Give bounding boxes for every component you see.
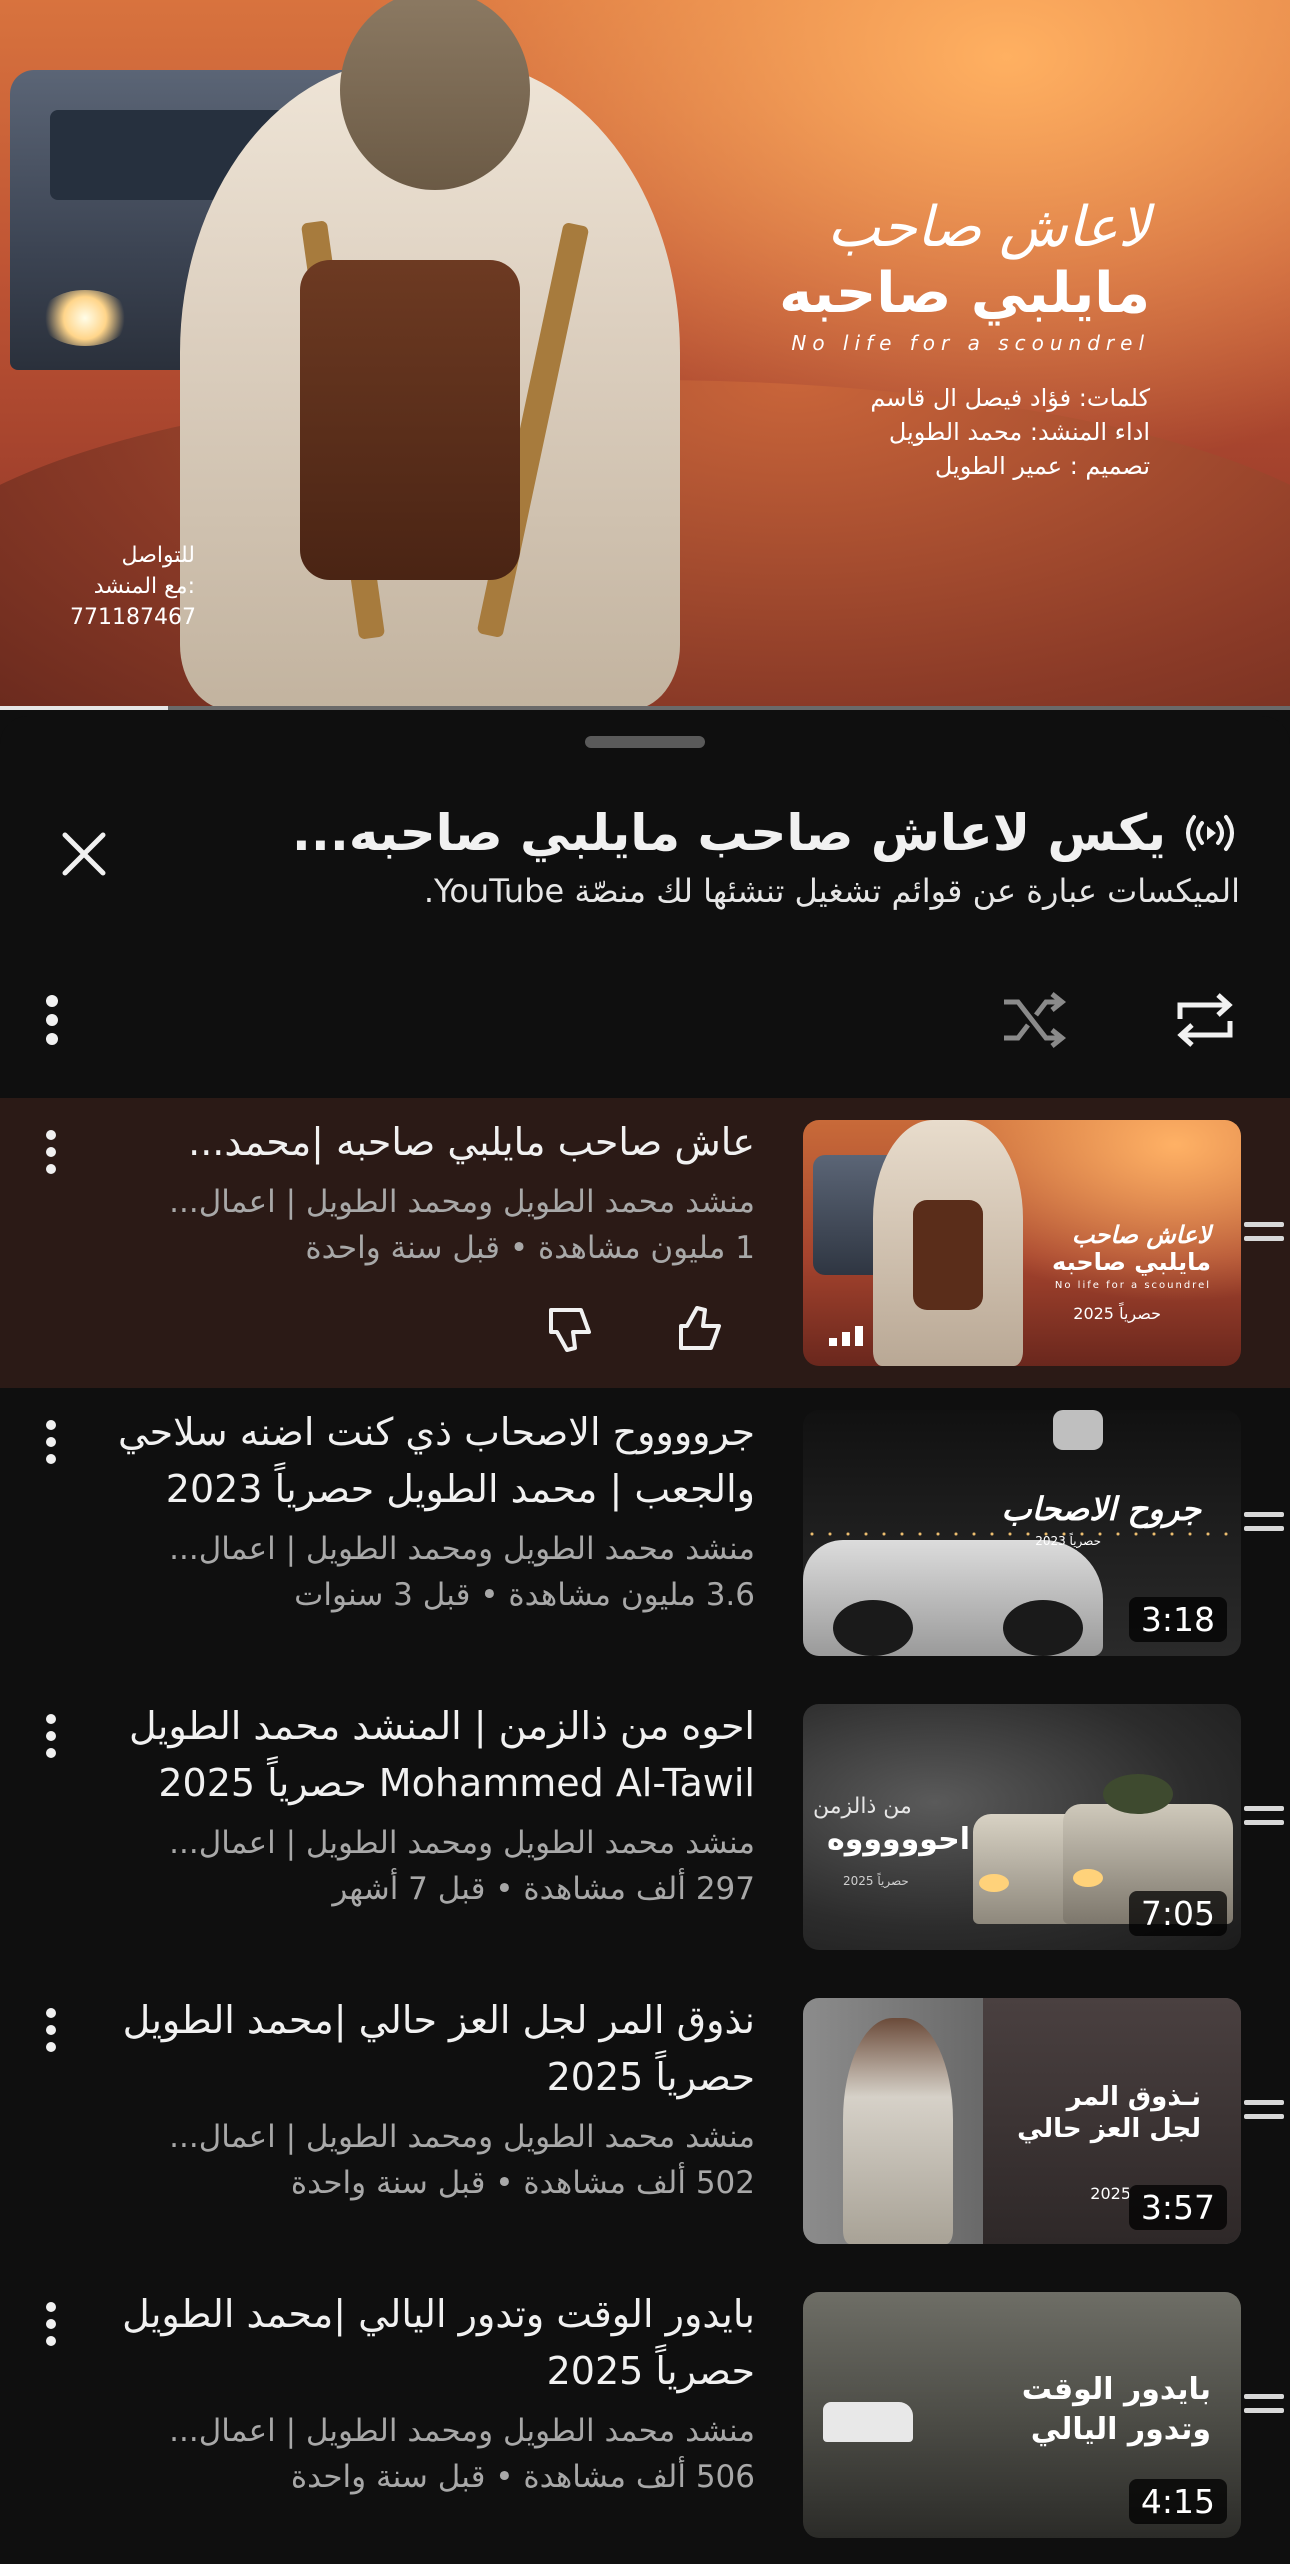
item-info: جرووووح الاصحاب ذي كنت اضنه سلاحي والجعب… xyxy=(65,1404,755,1618)
mix-more-button[interactable] xyxy=(22,980,82,1060)
mix-title-row: يكس لاعاش صاحب مايلبي صاحبه... xyxy=(292,800,1240,866)
item-meta: 502 ألف مشاهدة • قبل سنة واحدة xyxy=(290,2165,755,2201)
shuffle-icon xyxy=(1004,992,1067,1048)
thumb-text-2: مايلبي صاحبه xyxy=(1052,1248,1211,1276)
thumb-text-2: حصرياً 2023 xyxy=(1035,1534,1101,1548)
thumb-text-4: حصرياً 2025 xyxy=(1073,1304,1161,1323)
queue-item[interactable]: احوه من ذالزمن | المنشد محمد الطويل Moha… xyxy=(0,1682,1290,1976)
credit-design: تصميم : عمير الطويل xyxy=(934,452,1150,480)
item-meta: 3.6 مليون مشاهدة • قبل 3 سنوات xyxy=(294,1577,755,1613)
item-meta: 1 مليون مشاهدة • قبل سنة واحدة xyxy=(305,1230,755,1266)
item-thumbnail[interactable]: نـذوق المر لجل العز حالي 2025 3:57 xyxy=(803,1998,1241,2244)
item-channel: منشد محمد الطويل ومحمد الطويل | اعمال... xyxy=(169,1825,755,1861)
queue-item[interactable]: نذوق المر لجل العز حالي |محمد الطويل حصر… xyxy=(0,1976,1290,2270)
item-thumbnail[interactable]: من ذالزمن احوووووه حصرياً 2025 7:05 xyxy=(803,1704,1241,1950)
sheet-drag-handle[interactable] xyxy=(585,736,705,748)
item-duration: 7:05 xyxy=(1128,1891,1227,1936)
artwork-english-title: No life for a scoundrel xyxy=(791,331,1150,355)
thumb-text-3: 2025 xyxy=(1090,2184,1131,2203)
item-info: احوه من ذالزمن | المنشد محمد الطويل Moha… xyxy=(65,1698,755,1912)
queue-list: عاش صاحب مايلبي صاحبه |محمد... منشد محمد… xyxy=(0,1098,1290,2564)
like-icon[interactable] xyxy=(675,1304,725,1354)
reorder-handle[interactable] xyxy=(1244,1806,1284,1825)
item-channel: منشد محمد الطويل ومحمد الطويل | اعمال... xyxy=(169,2119,755,2155)
item-thumbnail[interactable]: جروح الاصحاب حصرياً 2023 3:18 xyxy=(803,1410,1241,1656)
item-title: احوه من ذالزمن | المنشد محمد الطويل Moha… xyxy=(129,1704,755,1805)
video-player[interactable]: لاعاش صاحب مايلبي صاحبه No life for a sc… xyxy=(0,0,1290,710)
contact-phone: 771187467 xyxy=(70,605,196,630)
item-channel: منشد محمد الطويل ومحمد الطويل | اعمال... xyxy=(169,1531,755,1567)
artwork-contact: للتواصل مع المنشد: 771187467 xyxy=(70,540,196,633)
mix-subtitle: الميكسات عبارة عن قوائم تشغيل تنشئها لك … xyxy=(423,872,1240,910)
video-progress-bar[interactable] xyxy=(0,706,1290,710)
item-info: بايدور الوقت وتدور اليالي |محمد الطويل ح… xyxy=(65,2286,755,2500)
thumb-text-1: من ذالزمن xyxy=(813,1794,912,1819)
item-meta: 506 ألف مشاهدة • قبل سنة واحدة xyxy=(290,2459,755,2495)
item-duration: 3:18 xyxy=(1128,1597,1227,1642)
item-title: نذوق المر لجل العز حالي |محمد الطويل حصر… xyxy=(122,1998,755,2099)
shuffle-button[interactable] xyxy=(994,980,1074,1060)
reorder-handle[interactable] xyxy=(1244,1222,1284,1241)
reorder-handle[interactable] xyxy=(1244,1512,1284,1531)
queue-item[interactable]: بايدور الوقت وتدور اليالي |محمد الطويل ح… xyxy=(0,2270,1290,2564)
thumb-text-1: بايدور الوقت xyxy=(1021,2372,1211,2407)
video-artwork-text: لاعاش صاحب مايلبي صاحبه No life for a sc… xyxy=(779,195,1150,483)
close-icon xyxy=(62,832,106,876)
credit-lyrics: كلمات: فؤاد فيصل ال قاسم xyxy=(870,384,1150,412)
thumb-text-2: احوووووه xyxy=(827,1822,971,1857)
more-vert-icon xyxy=(46,995,58,1045)
thumb-text-2: لجل العز حالي xyxy=(1017,2114,1201,2144)
item-title: عاش صاحب مايلبي صاحبه |محمد... xyxy=(188,1120,755,1164)
thumb-text-1: لاعاش صاحب xyxy=(1071,1220,1211,1249)
reorder-handle[interactable] xyxy=(1244,2100,1284,2119)
artwork-title: مايلبي صاحبه xyxy=(779,261,1150,326)
dislike-icon[interactable] xyxy=(545,1304,595,1354)
loop-button[interactable] xyxy=(1165,980,1245,1060)
item-channel: منشد محمد الطويل ومحمد الطويل | اعمال... xyxy=(169,1184,755,1220)
rating-buttons xyxy=(545,1304,725,1354)
close-button[interactable] xyxy=(50,820,118,888)
item-duration: 4:15 xyxy=(1128,2479,1227,2524)
mix-title: يكس لاعاش صاحب مايلبي صاحبه... xyxy=(291,804,1166,862)
item-meta: 297 ألف مشاهدة • قبل 7 أشهر xyxy=(332,1871,755,1907)
item-info: عاش صاحب مايلبي صاحبه |محمد... منشد محمد… xyxy=(65,1114,755,1271)
contact-label: للتواصل xyxy=(121,543,195,568)
artwork-calligraphy: لاعاش صاحب xyxy=(827,195,1150,260)
loop-icon xyxy=(1177,993,1233,1047)
reorder-handle[interactable] xyxy=(1244,2394,1284,2413)
item-thumbnail[interactable]: لاعاش صاحب مايلبي صاحبه No life for a sc… xyxy=(803,1120,1241,1366)
artwork-credits: كلمات: فؤاد فيصل ال قاسم اداء المنشد: مح… xyxy=(779,381,1150,483)
video-progress-fill xyxy=(0,706,168,710)
thumb-text-3: No life for a scoundrel xyxy=(1054,1280,1211,1291)
mix-queue-sheet: يكس لاعاش صاحب مايلبي صاحبه... الميكسات … xyxy=(0,716,1290,2538)
credit-singer: اداء المنشد: محمد الطويل xyxy=(888,418,1150,446)
queue-item-current[interactable]: عاش صاحب مايلبي صاحبه |محمد... منشد محمد… xyxy=(0,1098,1290,1388)
thumb-text-1: جروح الاصحاب xyxy=(1001,1490,1201,1528)
item-title: بايدور الوقت وتدور اليالي |محمد الطويل ح… xyxy=(122,2292,755,2393)
item-duration: 3:57 xyxy=(1128,2185,1227,2230)
item-title: جرووووح الاصحاب ذي كنت اضنه سلاحي والجعب… xyxy=(117,1410,755,1511)
thumb-text-3: حصرياً 2025 xyxy=(843,1874,909,1888)
radio-mix-icon xyxy=(1186,815,1234,851)
thumb-text-2: وتدور اليالي xyxy=(1030,2412,1211,2447)
contact-label-2: مع المنشد: xyxy=(93,574,195,599)
queue-item[interactable]: جرووووح الاصحاب ذي كنت اضنه سلاحي والجعب… xyxy=(0,1388,1290,1682)
item-info: نذوق المر لجل العز حالي |محمد الطويل حصر… xyxy=(65,1992,755,2206)
item-thumbnail[interactable]: بايدور الوقت وتدور اليالي 4:15 xyxy=(803,2292,1241,2538)
thumb-text-1: نـذوق المر xyxy=(1066,2082,1201,2112)
backpack-image xyxy=(300,260,520,580)
item-channel: منشد محمد الطويل ومحمد الطويل | اعمال... xyxy=(169,2413,755,2449)
now-playing-icon xyxy=(829,1326,863,1346)
